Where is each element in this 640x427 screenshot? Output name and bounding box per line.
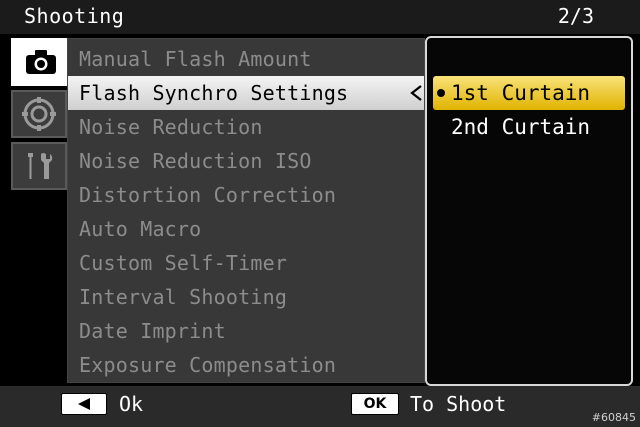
menu-item-label: Custom Self-Timer [79,251,288,275]
menu-item-custom-self-timer[interactable]: Custom Self-Timer [68,246,424,280]
back-button[interactable] [61,393,107,415]
camera-menu-screen: Shooting 2/3 Manual Flash Amount Flash S… [0,0,640,427]
option-label: 1st Curtain [451,81,591,105]
menu-item-label: Interval Shooting [79,285,288,309]
menu-item-label: Date Imprint [79,319,226,343]
menu-item-label: Noise Reduction [79,115,263,139]
menu-item-manual-flash-amount[interactable]: Manual Flash Amount [68,42,424,76]
selected-dot-icon [437,89,445,97]
page-indicator: 2/3 [557,4,594,28]
wrench-screwdriver-icon [28,153,53,179]
tab-setup[interactable] [11,142,67,190]
ok-label: To Shoot [410,392,507,416]
menu-item-exposure-compensation[interactable]: Exposure Compensation [68,348,424,382]
menu-tabs [11,38,71,192]
option-label: 2nd Curtain [451,115,591,139]
footer-bar: Ok OK To Shoot #60845 [0,386,640,427]
menu-item-noise-reduction[interactable]: Noise Reduction [68,110,424,144]
arrow-left-icon [410,85,422,101]
camera-icon [26,50,56,74]
menu-item-label: Exposure Compensation [79,353,337,377]
submenu-panel: 1st Curtain 2nd Curtain [425,36,633,386]
option-2nd-curtain[interactable]: 2nd Curtain [433,110,625,144]
menu-item-label: Noise Reduction ISO [79,149,312,173]
menu-item-interval-shooting[interactable]: Interval Shooting [68,280,424,314]
menu-item-flash-synchro-settings[interactable]: Flash Synchro Settings [68,76,424,110]
menu-item-label: Distortion Correction [79,183,337,207]
menu-item-distortion-correction[interactable]: Distortion Correction [68,178,424,212]
menu-item-label: Flash Synchro Settings [79,81,349,105]
option-1st-curtain[interactable]: 1st Curtain [433,76,625,110]
dial-icon [22,97,56,131]
menu-title: Shooting [24,4,125,28]
menu-list: Manual Flash Amount Flash Synchro Settin… [67,38,425,383]
menu-item-date-imprint[interactable]: Date Imprint [68,314,424,348]
menu-item-noise-reduction-iso[interactable]: Noise Reduction ISO [68,144,424,178]
watermark: #60845 [591,411,636,424]
menu-item-label: Auto Macro [79,217,202,241]
menu-item-auto-macro[interactable]: Auto Macro [68,212,424,246]
tab-shooting[interactable] [11,38,71,86]
header-bar: Shooting 2/3 [0,0,640,34]
left-triangle-icon [78,398,90,410]
tab-dial[interactable] [11,90,67,138]
ok-button[interactable]: OK [351,393,399,415]
menu-item-label: Manual Flash Amount [79,47,312,71]
back-label: Ok [119,392,144,416]
